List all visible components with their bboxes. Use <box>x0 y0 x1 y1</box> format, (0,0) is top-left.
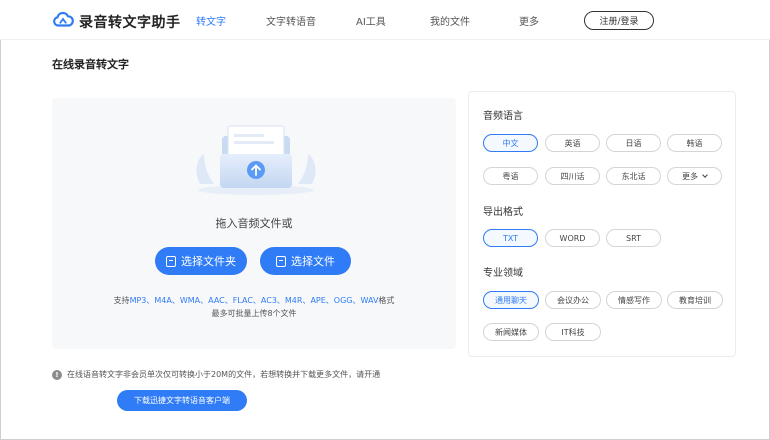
nav-item-ai-tools[interactable]: AI工具 <box>356 13 386 28</box>
logo[interactable]: 录音转文字助手 <box>52 9 181 35</box>
support-prefix: 支持 <box>113 296 130 305</box>
lang-northeast-chip[interactable]: 东北话 <box>606 167 661 185</box>
upload-limit: 最多可批量上传8个文件 <box>211 309 297 318</box>
settings-panel: 音频语言 中文 英语 日语 韩语 粤语 四川话 东北话 更多 导出格式 TXT … <box>468 91 736 357</box>
lang-korean-chip[interactable]: 韩语 <box>667 134 722 152</box>
page-title: 在线录音转文字 <box>52 58 129 71</box>
folder-icon <box>166 255 176 267</box>
choose-file-label: 选择文件 <box>291 255 335 268</box>
export-word-chip[interactable]: WORD <box>545 229 600 247</box>
login-button[interactable]: 注册/登录 <box>584 11 654 30</box>
nav-item-transcribe[interactable]: 转文字 <box>196 13 226 28</box>
upload-dropzone[interactable]: 拖入音频文件或 选择文件夹 选择文件 支持MP3、M4A、WMA、AAC、FLA… <box>52 98 456 349</box>
cloud-logo-icon <box>52 9 74 35</box>
file-icon <box>276 255 286 267</box>
domain-general-chip[interactable]: 通用聊天 <box>483 291 539 309</box>
nav-item-text-to-speech[interactable]: 文字转语音 <box>266 13 316 28</box>
lang-english-chip[interactable]: 英语 <box>545 134 600 152</box>
format-list: MP3、M4A、WMA、AAC、FLAC、AC3、M4R、APE、OGG、WAV <box>129 296 379 305</box>
domain-writing-chip[interactable]: 情感写作 <box>606 291 662 309</box>
support-suffix: 格式 <box>378 296 395 305</box>
chevron-down-icon <box>702 171 708 178</box>
export-txt-chip[interactable]: TXT <box>483 229 538 247</box>
upload-illustration <box>196 125 316 195</box>
notice-text: 在线语音转文字非会员单次仅可转换小于20M的文件，若想转换并下载更多文件，请开通 <box>67 370 381 379</box>
domain-meeting-chip[interactable]: 会议办公 <box>545 291 601 309</box>
nav-item-my-files[interactable]: 我的文件 <box>430 13 470 28</box>
lang-more-label: 更多 <box>682 171 698 181</box>
export-srt-chip[interactable]: SRT <box>606 229 661 247</box>
nav-item-more[interactable]: 更多 <box>519 13 539 28</box>
export-format-title: 导出格式 <box>483 207 523 218</box>
choose-file-button[interactable]: 选择文件 <box>260 247 351 275</box>
audio-language-title: 音频语言 <box>483 111 523 122</box>
upload-arrow-icon <box>247 161 265 179</box>
drag-hint: 拖入音频文件或 <box>215 217 293 230</box>
lang-japanese-chip[interactable]: 日语 <box>606 134 661 152</box>
supported-formats: 支持MP3、M4A、WMA、AAC、FLAC、AC3、M4R、APE、OGG、W… <box>52 295 456 306</box>
lang-cantonese-chip[interactable]: 粤语 <box>483 167 538 185</box>
app-name: 录音转文字助手 <box>79 15 181 31</box>
domain-it-chip[interactable]: IT科技 <box>545 323 601 341</box>
download-client-button[interactable]: 下载迅捷文字转语音客户端 <box>117 390 247 411</box>
info-icon: ! <box>52 369 62 380</box>
domain-education-chip[interactable]: 教育培训 <box>667 291 723 309</box>
domain-news-chip[interactable]: 新闻媒体 <box>483 323 539 341</box>
member-notice: ! 在线语音转文字非会员单次仅可转换小于20M的文件，若想转换并下载更多文件，请… <box>52 369 380 380</box>
top-navbar: 录音转文字助手 转文字 文字转语音 AI工具 我的文件 更多 注册/登录 <box>0 0 770 40</box>
domain-title: 专业领域 <box>483 268 523 279</box>
choose-folder-button[interactable]: 选择文件夹 <box>155 247 247 275</box>
lang-chinese-chip[interactable]: 中文 <box>483 134 538 152</box>
choose-folder-label: 选择文件夹 <box>181 255 236 268</box>
lang-sichuan-chip[interactable]: 四川话 <box>545 167 600 185</box>
lang-more-dropdown[interactable]: 更多 <box>667 167 722 185</box>
